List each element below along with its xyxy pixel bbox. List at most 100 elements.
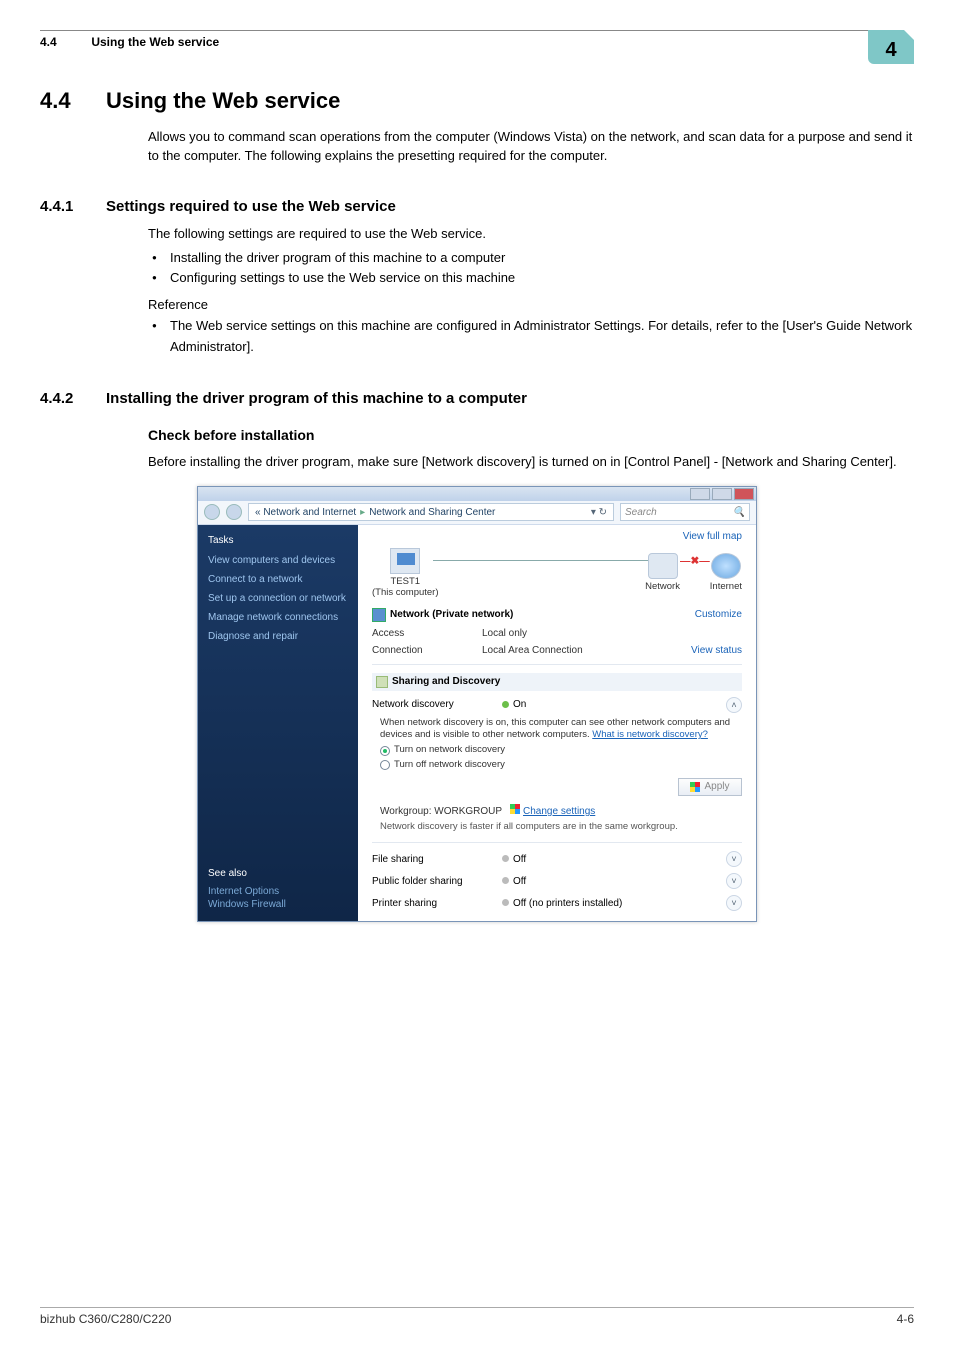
vista-window: « Network and Internet ▸ Network and Sha… — [197, 486, 757, 923]
status-on-dot-icon — [502, 701, 509, 708]
h3-check-before: Check before installation — [148, 427, 914, 443]
radio-on-label: Turn on network discovery — [394, 744, 505, 757]
network-discovery-collapse-button[interactable]: ˄ — [726, 697, 742, 713]
network-discovery-value: On — [513, 699, 526, 710]
task-link-setup-connection[interactable]: Set up a connection or network — [208, 592, 348, 605]
sharing-discovery-header: Sharing and Discovery — [372, 673, 742, 691]
breadcrumb-parent: « Network and Internet — [255, 507, 356, 518]
map-network-label: Network — [645, 581, 680, 592]
computer-icon — [390, 548, 420, 574]
network-type-icon — [372, 608, 386, 622]
status-off-dot-icon-2 — [502, 877, 509, 884]
window-close-button[interactable] — [734, 488, 754, 500]
running-header: 4.4 Using the Web service — [40, 35, 219, 49]
uac-shield-icon — [690, 782, 700, 792]
map-pc-name: TEST1 — [372, 576, 439, 587]
header-section-num: 4.4 — [40, 35, 88, 49]
chapter-badge: 4 — [868, 30, 914, 64]
main-pane: View full map TEST1 (This computer) Netw… — [358, 525, 756, 922]
intro-paragraph: Allows you to command scan operations fr… — [148, 128, 914, 166]
radio-turn-on-discovery[interactable]: Turn on network discovery — [380, 744, 742, 757]
search-placeholder: Search — [625, 507, 657, 518]
s441-bullet-1: Installing the driver program of this ma… — [148, 248, 914, 269]
customize-link[interactable]: Customize — [695, 609, 742, 620]
see-also-internet-options[interactable]: Internet Options — [208, 885, 348, 898]
network-icon — [648, 553, 678, 579]
tasks-heading: Tasks — [208, 535, 348, 546]
divider-2 — [372, 842, 742, 843]
uac-shield-icon-2 — [510, 804, 520, 814]
connection-value: Local Area Connection — [482, 645, 691, 656]
radio-turn-off-discovery[interactable]: Turn off network discovery — [380, 759, 742, 772]
network-map: TEST1 (This computer) Network —✖— Intern… — [372, 548, 742, 598]
see-also-windows-firewall[interactable]: Windows Firewall — [208, 898, 348, 911]
reference-label: Reference — [148, 297, 914, 312]
radio-unselected-icon — [380, 760, 390, 770]
file-sharing-key: File sharing — [372, 854, 502, 865]
window-titlebar — [198, 487, 756, 501]
breadcrumb-separator-icon: ▸ — [360, 507, 365, 518]
divider — [372, 664, 742, 665]
view-status-link[interactable]: View status — [691, 645, 742, 656]
status-off-dot-icon-3 — [502, 899, 509, 906]
task-link-view-computers[interactable]: View computers and devices — [208, 554, 348, 567]
public-folder-sharing-value: Off — [513, 876, 526, 887]
status-off-dot-icon — [502, 855, 509, 862]
search-icon: 🔍 — [733, 507, 745, 518]
workgroup-note: Network discovery is faster if all compu… — [380, 821, 742, 834]
h1-title: Using the Web service — [106, 88, 340, 114]
radio-selected-icon — [380, 746, 390, 756]
view-full-map-link[interactable]: View full map — [683, 531, 742, 542]
apply-button[interactable]: Apply — [678, 778, 742, 796]
h1-number: 4.4 — [40, 88, 106, 114]
map-pc-sub: (This computer) — [372, 587, 439, 598]
file-sharing-value: Off — [513, 854, 526, 865]
nd-help-link[interactable]: What is network discovery? — [592, 729, 708, 740]
map-internet-label: Internet — [710, 581, 742, 592]
sharing-header-label: Sharing and Discovery — [392, 676, 500, 687]
printer-sharing-key: Printer sharing — [372, 898, 502, 909]
breadcrumb-dropdown-icon[interactable]: ▾ ↻ — [591, 507, 607, 518]
printer-sharing-expand-button[interactable]: ˅ — [726, 895, 742, 911]
workgroup-label: Workgroup: WORKGROUP — [380, 806, 502, 817]
search-input[interactable]: Search 🔍 — [620, 503, 750, 521]
nav-back-button[interactable] — [204, 504, 220, 520]
task-link-diagnose-repair[interactable]: Diagnose and repair — [208, 630, 348, 643]
network-discovery-key: Network discovery — [372, 699, 502, 710]
footer-product: bizhub C360/C280/C220 — [40, 1312, 171, 1326]
breadcrumb-current: Network and Sharing Center — [369, 507, 495, 518]
printer-sharing-value: Off (no printers installed) — [513, 898, 622, 909]
footer-page-number: 4-6 — [897, 1312, 914, 1326]
change-settings-link[interactable]: Change settings — [523, 806, 595, 817]
s441-lead: The following settings are required to u… — [148, 225, 914, 244]
window-maximize-button[interactable] — [712, 488, 732, 500]
nav-forward-button[interactable] — [226, 504, 242, 520]
connection-key: Connection — [372, 645, 482, 656]
h2-442-number: 4.4.2 — [40, 390, 106, 407]
access-key: Access — [372, 628, 482, 639]
file-sharing-expand-button[interactable]: ˅ — [726, 851, 742, 867]
task-link-manage-connections[interactable]: Manage network connections — [208, 611, 348, 624]
breadcrumb[interactable]: « Network and Internet ▸ Network and Sha… — [248, 503, 614, 521]
sharing-header-icon — [376, 676, 388, 688]
s442-lead: Before installing the driver program, ma… — [148, 453, 914, 472]
header-section-title: Using the Web service — [91, 35, 219, 49]
public-folder-sharing-key: Public folder sharing — [372, 876, 502, 887]
h2-441-number: 4.4.1 — [40, 198, 106, 215]
h2-441-title: Settings required to use the Web service — [106, 198, 396, 215]
radio-off-label: Turn off network discovery — [394, 759, 505, 772]
apply-label: Apply — [704, 780, 729, 794]
map-connector-line — [433, 560, 652, 561]
internet-globe-icon — [711, 553, 741, 579]
network-name-label: Network (Private network) — [390, 609, 513, 620]
map-disconnected-icon: —✖— — [680, 555, 710, 567]
see-also-heading: See also — [208, 868, 348, 879]
s441-bullet-2: Configuring settings to use the Web serv… — [148, 268, 914, 289]
task-link-connect-network[interactable]: Connect to a network — [208, 573, 348, 586]
network-discovery-panel: When network discovery is on, this compu… — [372, 713, 742, 835]
window-minimize-button[interactable] — [690, 488, 710, 500]
public-folder-expand-button[interactable]: ˅ — [726, 873, 742, 889]
h2-442-title: Installing the driver program of this ma… — [106, 390, 527, 407]
reference-bullet: The Web service settings on this machine… — [148, 316, 914, 358]
tasks-pane: Tasks View computers and devices Connect… — [198, 525, 358, 922]
